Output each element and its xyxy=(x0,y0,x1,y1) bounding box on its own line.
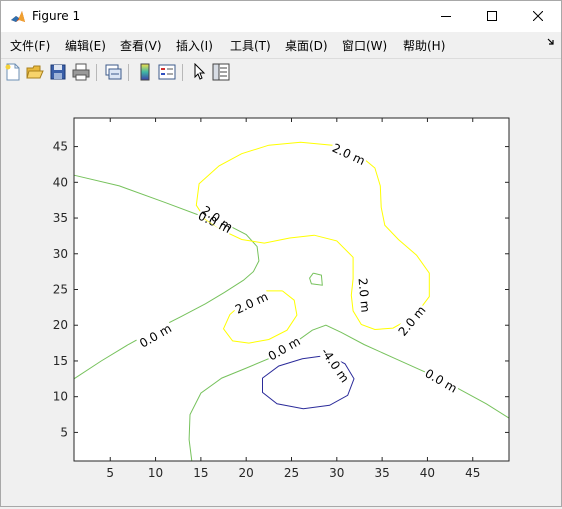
corner-arrow-icon[interactable] xyxy=(547,38,555,49)
y-tick-label: 20 xyxy=(53,318,68,332)
x-tick-label: 10 xyxy=(148,466,163,480)
figure-toolbar xyxy=(1,58,561,87)
minimize-button[interactable] xyxy=(423,1,469,32)
menu-bar: 文件(F) 编辑(E) 查看(V) 插入(I) 工具(T) 桌面(D) 窗口(W… xyxy=(1,32,561,57)
x-tick-label: 20 xyxy=(239,466,254,480)
menu-insert[interactable]: 插入(I) xyxy=(176,37,213,54)
print-icon[interactable] xyxy=(72,63,90,81)
y-tick-label: 5 xyxy=(60,425,68,439)
toolbar-separator xyxy=(182,64,183,81)
x-tick-label: 25 xyxy=(284,466,299,480)
maximize-icon xyxy=(487,10,497,24)
toolbar-separator xyxy=(96,64,97,81)
figure-window: Figure 1 文件(F) 编辑(E) 查看(V) 插入(I) 工具(T) 桌… xyxy=(0,0,562,507)
save-icon[interactable] xyxy=(49,63,67,81)
y-tick-label: 15 xyxy=(53,354,68,368)
open-file-icon[interactable] xyxy=(26,63,44,81)
link-plot-icon[interactable] xyxy=(104,63,122,81)
edit-plot-pointer-icon[interactable] xyxy=(190,62,208,81)
menu-view[interactable]: 查看(V) xyxy=(120,37,162,54)
y-tick-label: 45 xyxy=(53,140,68,154)
y-tick-label: 10 xyxy=(53,390,68,404)
insert-colorbar-icon[interactable] xyxy=(136,63,154,81)
x-tick-label: 45 xyxy=(465,466,480,480)
figure-canvas[interactable]: 0.0 m 0.0 m 0.0 m 0.0 m 2.0 m 2.0 m 2.0 m 2.0 m… xyxy=(1,86,561,506)
minimize-icon xyxy=(441,10,451,24)
x-tick-label: 15 xyxy=(193,466,208,480)
y-tick-label: 35 xyxy=(53,211,68,225)
maximize-button[interactable] xyxy=(469,1,515,32)
title-bar[interactable]: Figure 1 xyxy=(1,1,561,32)
new-figure-icon[interactable] xyxy=(4,63,22,81)
menu-file[interactable]: 文件(F) xyxy=(10,37,50,54)
contour-plot[interactable]: 0.0 m0.0 m 0.0 m0.0 m2.0 m2.0 m2.0 m2.0 m… xyxy=(1,86,561,506)
y-tick-label: 30 xyxy=(53,247,68,261)
matlab-logo-icon xyxy=(10,9,26,25)
y-tick-label: 40 xyxy=(53,175,68,189)
menu-desktop[interactable]: 桌面(D) xyxy=(285,37,328,54)
y-tick-label: 25 xyxy=(53,283,68,297)
menu-edit[interactable]: 编辑(E) xyxy=(65,37,106,54)
window-title: Figure 1 xyxy=(32,9,81,23)
x-tick-label: 30 xyxy=(329,466,344,480)
axes-background[interactable] xyxy=(74,118,509,461)
menu-help[interactable]: 帮助(H) xyxy=(403,37,445,54)
x-tick-label: 5 xyxy=(106,466,114,480)
insert-legend-icon[interactable] xyxy=(158,63,176,81)
property-inspector-icon[interactable] xyxy=(212,63,230,81)
x-tick-label: 40 xyxy=(420,466,435,480)
close-icon xyxy=(532,10,544,24)
menu-window[interactable]: 窗口(W) xyxy=(342,37,387,54)
close-button[interactable] xyxy=(515,1,561,32)
x-tick-label: 35 xyxy=(374,466,389,480)
toolbar-separator xyxy=(128,64,129,81)
menu-tools[interactable]: 工具(T) xyxy=(230,37,271,54)
